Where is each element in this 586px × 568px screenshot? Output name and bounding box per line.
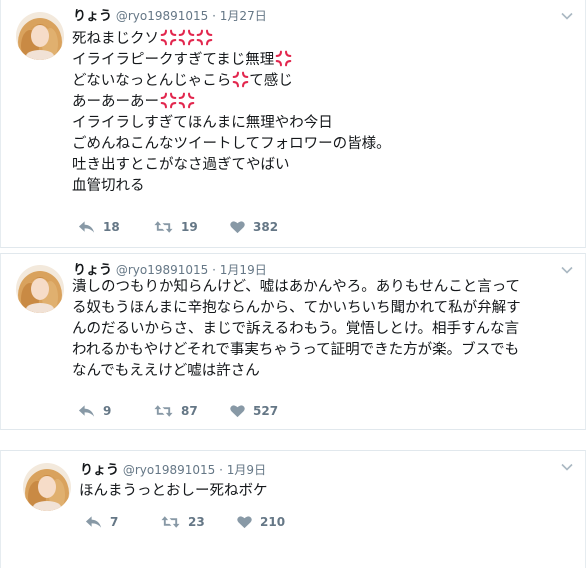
tweet[interactable]: りょう @ryo19891015 · 1月19日 潰しのつもりか知らんけど、嘘は… bbox=[0, 253, 586, 430]
reply-button[interactable]: 7 bbox=[85, 515, 161, 529]
tweet-line: われるかもやけどそれで事実ちゃうって証明できた方が楽。ブスでも bbox=[72, 342, 520, 358]
like-button[interactable]: 527 bbox=[230, 404, 306, 418]
tweet-line: 潰しのつもりか知らんけど、嘘はあかんやろ。ありもせんこと言って bbox=[72, 279, 521, 295]
heart-icon bbox=[237, 515, 252, 529]
like-count: 382 bbox=[253, 220, 279, 234]
anger-symbol-icon bbox=[275, 50, 292, 67]
tweet-line: イライラしすぎてほんまに無理やわ今日 bbox=[72, 115, 333, 131]
reply-count: 7 bbox=[110, 515, 119, 529]
anger-symbol-icon bbox=[196, 29, 213, 46]
tweet-line: なんでもええけど嘘は許さん bbox=[72, 363, 260, 379]
tweet-text: 潰しのつもりか知らんけど、嘘はあかんやろ。ありもせんこと言って る奴もうほんまに… bbox=[72, 277, 577, 382]
heart-icon bbox=[230, 220, 245, 234]
separator: · bbox=[212, 9, 216, 23]
anger-symbol-icon bbox=[178, 92, 195, 109]
tweet[interactable]: りょう @ryo19891015 · 1月27日 死ねまじクソ イライラピークす… bbox=[0, 0, 586, 248]
tweet-actions: 9 87 527 bbox=[78, 404, 306, 418]
tweet-header: りょう @ryo19891015 · 1月9日 bbox=[80, 462, 266, 479]
retweet-count: 23 bbox=[188, 515, 205, 529]
reply-count: 9 bbox=[103, 404, 112, 418]
user-handle[interactable]: @ryo19891015 bbox=[116, 9, 208, 23]
retweet-button[interactable]: 87 bbox=[154, 404, 230, 418]
tweet-line: 死ねまじクソ bbox=[72, 29, 572, 50]
tweet-line: ごめんねこんなツイートしてフォロワーの皆様。 bbox=[72, 136, 391, 152]
like-count: 210 bbox=[260, 515, 286, 529]
tweet-line: イライラピークすぎてまじ無理 bbox=[72, 50, 572, 71]
retweet-icon bbox=[154, 404, 173, 418]
retweet-icon bbox=[154, 220, 173, 234]
separator: · bbox=[212, 263, 216, 277]
reply-icon bbox=[78, 220, 95, 234]
tweet-date[interactable]: 1月27日 bbox=[220, 9, 267, 23]
tweet-text: 死ねまじクソ イライラピークすぎてまじ無理 どないなっとんじゃこら て感じ あーあ… bbox=[72, 29, 572, 197]
avatar[interactable] bbox=[23, 463, 71, 511]
reply-count: 18 bbox=[103, 220, 120, 234]
tweet-actions: 18 19 382 bbox=[78, 220, 306, 234]
user-name[interactable]: りょう bbox=[73, 263, 112, 278]
user-name[interactable]: りょう bbox=[73, 9, 112, 24]
retweet-icon bbox=[161, 515, 180, 529]
avatar[interactable] bbox=[16, 12, 64, 60]
tweet[interactable]: りょう @ryo19891015 · 1月9日 ほんまうっとおしー死ねボケ 7 … bbox=[0, 450, 586, 568]
anger-symbol-icon bbox=[160, 29, 177, 46]
anger-symbol-icon bbox=[160, 92, 177, 109]
avatar[interactable] bbox=[16, 265, 64, 313]
tweet-header: りょう @ryo19891015 · 1月27日 bbox=[73, 8, 267, 25]
tweet-line: ほんまうっとおしー死ねボケ bbox=[79, 483, 268, 499]
like-count: 527 bbox=[253, 404, 279, 418]
tweet-text: ほんまうっとおしー死ねボケ bbox=[79, 481, 574, 502]
anger-symbol-icon bbox=[178, 29, 195, 46]
retweet-count: 87 bbox=[181, 404, 198, 418]
reply-icon bbox=[78, 404, 95, 418]
tweet-date[interactable]: 1月19日 bbox=[220, 263, 267, 277]
tweet-line: あーあーあー bbox=[72, 92, 572, 113]
tweet-line: る奴もうほんまに辛抱ならんから、てかいちいち聞かれて私が弁解す bbox=[72, 300, 521, 316]
user-handle[interactable]: @ryo19891015 bbox=[116, 263, 208, 277]
tweet-line: 血管切れる bbox=[72, 178, 145, 194]
like-button[interactable]: 382 bbox=[230, 220, 306, 234]
tweet-date[interactable]: 1月9日 bbox=[227, 463, 266, 477]
tweet-actions: 7 23 210 bbox=[85, 515, 313, 529]
chevron-down-icon[interactable] bbox=[561, 264, 573, 276]
chevron-down-icon[interactable] bbox=[561, 461, 573, 473]
separator: · bbox=[219, 463, 223, 477]
user-handle[interactable]: @ryo19891015 bbox=[123, 463, 215, 477]
tweet-line: どないなっとんじゃこら て感じ bbox=[72, 71, 293, 89]
tweet-line: んのだるいからさ、まじで訴えるわもう。覚悟しとけ。相手すんな言 bbox=[72, 321, 520, 337]
user-name[interactable]: りょう bbox=[80, 463, 119, 478]
retweet-button[interactable]: 23 bbox=[161, 515, 237, 529]
reply-button[interactable]: 9 bbox=[78, 404, 154, 418]
retweet-count: 19 bbox=[181, 220, 198, 234]
like-button[interactable]: 210 bbox=[237, 515, 313, 529]
anger-symbol-icon bbox=[232, 71, 249, 88]
tweet-line: 吐き出すとこがなさ過ぎてやばい bbox=[72, 157, 290, 173]
reply-button[interactable]: 18 bbox=[78, 220, 154, 234]
reply-icon bbox=[85, 515, 102, 529]
retweet-button[interactable]: 19 bbox=[154, 220, 230, 234]
chevron-down-icon[interactable] bbox=[561, 10, 573, 22]
heart-icon bbox=[230, 404, 245, 418]
